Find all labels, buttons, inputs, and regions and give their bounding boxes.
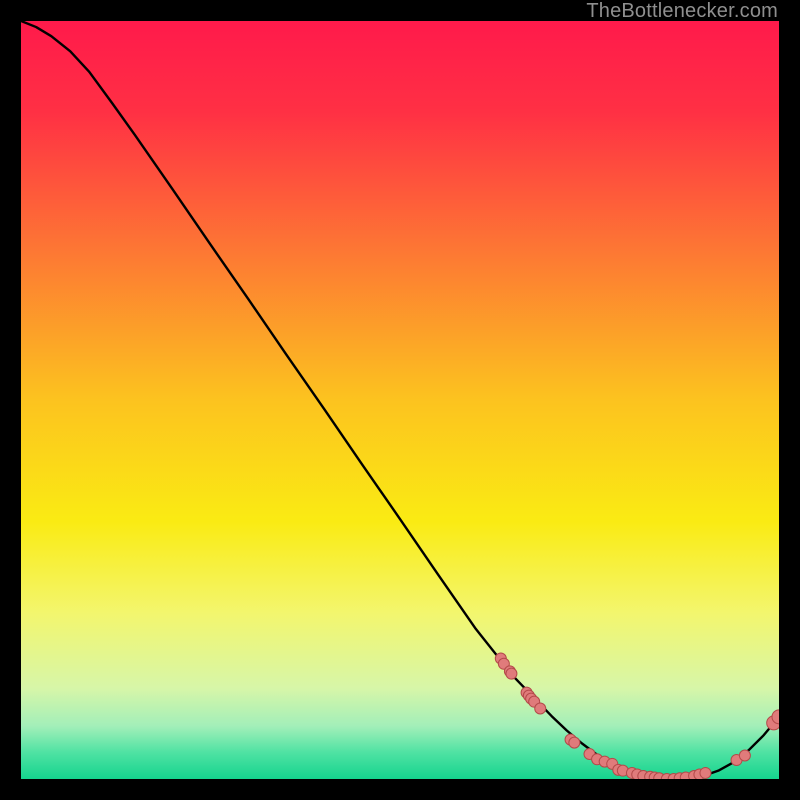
plot-area [21, 21, 779, 779]
curve-line [21, 21, 779, 779]
chart-svg [21, 21, 779, 779]
scatter-point [569, 737, 580, 748]
chart-stage: TheBottlenecker.com [0, 0, 800, 800]
scatter-point [700, 767, 711, 778]
scatter-point [535, 703, 546, 714]
scatter-points [495, 653, 779, 779]
attribution-label: TheBottlenecker.com [586, 0, 778, 23]
scatter-point [739, 750, 750, 761]
scatter-point [506, 668, 517, 679]
